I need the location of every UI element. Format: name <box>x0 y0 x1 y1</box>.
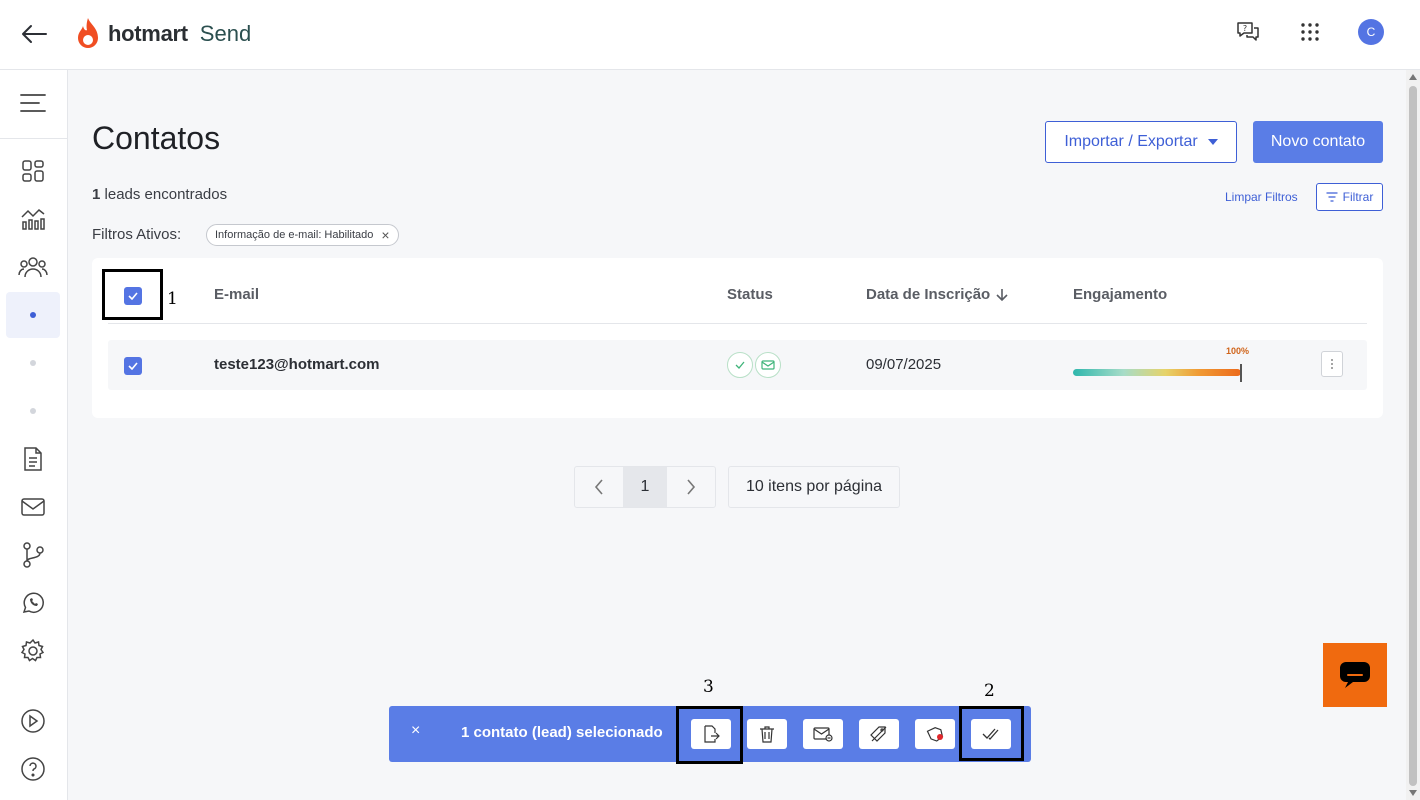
contacts-table: E-mail Status Data de Inscrição Engajame… <box>92 258 1383 418</box>
settings-icon[interactable] <box>6 628 60 674</box>
sidebar-divider <box>0 138 68 139</box>
trash-icon[interactable] <box>747 719 787 749</box>
selected-count-text: 1 contato (lead) selecionado <box>461 724 663 741</box>
top-bar: hotmart Send ? C <box>0 0 1420 70</box>
sort-down-icon <box>996 288 1008 301</box>
logo[interactable]: hotmart Send <box>74 14 251 54</box>
logo-text: hotmart <box>108 21 188 46</box>
chat-widget-button[interactable] <box>1323 643 1387 707</box>
filter-button[interactable]: Filtrar <box>1316 183 1383 211</box>
menu-toggle-icon[interactable] <box>18 90 48 116</box>
table-row[interactable]: teste123@hotmart.com 09/07/2025 100% <box>108 340 1367 390</box>
remove-filter-icon[interactable]: × <box>381 228 389 242</box>
status-check-icon <box>727 352 753 378</box>
leads-count-suffix: leads encontrados <box>104 186 228 203</box>
email-settings-icon[interactable] <box>803 719 843 749</box>
dashboard-icon[interactable] <box>6 148 60 194</box>
automation-icon[interactable] <box>6 532 60 578</box>
header-status[interactable]: Status <box>727 286 773 303</box>
page-number-button[interactable]: 1 <box>623 467 667 507</box>
prev-page-button[interactable] <box>575 467 623 507</box>
header-date-label: Data de Inscrição <box>866 286 991 303</box>
flame-icon <box>78 18 98 48</box>
header-divider <box>108 323 1367 324</box>
import-export-button[interactable]: Importar / Exportar <box>1045 121 1237 163</box>
row-email: teste123@hotmart.com <box>214 356 380 373</box>
annotation-number-2: 2 <box>984 681 995 701</box>
add-tag-icon[interactable] <box>915 719 955 749</box>
clear-filters-link[interactable]: Limpar Filtros <box>1225 190 1298 204</box>
avatar[interactable]: C <box>1358 19 1384 45</box>
email-icon[interactable] <box>6 484 60 530</box>
product-name: Send <box>199 21 252 46</box>
engagement-bar <box>1073 369 1241 376</box>
leads-count-number: 1 <box>92 186 101 203</box>
filter-icon <box>1326 192 1338 202</box>
header-engagement[interactable]: Engajamento <box>1073 286 1167 303</box>
sidebar-item-contacts-list[interactable] <box>6 292 60 338</box>
filter-button-label: Filtrar <box>1342 190 1374 204</box>
import-export-label: Importar / Exportar <box>1064 133 1198 150</box>
filter-chip-label: Informação de e-mail: Habilitado <box>215 229 374 241</box>
whatsapp-icon[interactable] <box>6 580 60 626</box>
sidebar-subitem-2[interactable] <box>6 340 60 386</box>
new-contact-button[interactable]: Novo contato <box>1253 121 1383 163</box>
annotation-number-1: 1 <box>167 289 178 309</box>
row-checkbox[interactable] <box>124 357 142 375</box>
page-title: Contatos <box>92 120 221 156</box>
header-date[interactable]: Data de Inscrição <box>866 286 1008 303</box>
items-per-page-select[interactable]: 10 itens por página <box>728 466 900 508</box>
annotation-number-3: 3 <box>703 677 714 697</box>
analytics-icon[interactable] <box>6 196 60 242</box>
caret-down-icon <box>1207 139 1218 145</box>
help-icon[interactable] <box>6 746 60 792</box>
engagement-label: 100% <box>1226 346 1250 356</box>
svg-text:?: ? <box>1243 24 1247 33</box>
annotation-box-1 <box>102 269 163 320</box>
leads-count: 1 leads encontrados <box>92 186 227 203</box>
row-date: 09/07/2025 <box>866 356 942 373</box>
chat-help-icon[interactable]: ? <box>1234 18 1262 46</box>
active-filters-label: Filtros Ativos: <box>92 226 182 243</box>
next-page-button[interactable] <box>667 467 715 507</box>
scroll-thumb[interactable] <box>1409 86 1417 786</box>
contacts-icon[interactable] <box>6 244 60 290</box>
row-options-icon[interactable] <box>1321 351 1343 377</box>
dot <box>30 360 36 366</box>
active-dot <box>30 312 36 318</box>
sidebar <box>0 70 68 800</box>
remove-tag-icon[interactable] <box>859 719 899 749</box>
close-selection-icon[interactable]: × <box>411 722 420 740</box>
sidebar-subitem-3[interactable] <box>6 388 60 434</box>
engagement-marker <box>1240 364 1242 382</box>
page-scrollbar[interactable] <box>1406 70 1420 800</box>
annotation-box-2 <box>959 706 1024 761</box>
document-icon[interactable] <box>6 436 60 482</box>
annotation-box-3 <box>676 706 743 764</box>
pagination: 1 <box>574 466 716 508</box>
scroll-down-arrow[interactable] <box>1409 790 1417 796</box>
apps-grid-icon[interactable] <box>1296 18 1324 46</box>
status-email-icon <box>755 352 781 378</box>
chat-bubble-icon <box>1340 662 1370 688</box>
scroll-up-arrow[interactable] <box>1409 74 1417 80</box>
dot <box>30 408 36 414</box>
header-email[interactable]: E-mail <box>214 286 259 303</box>
play-icon[interactable] <box>6 698 60 744</box>
back-arrow-icon[interactable] <box>18 18 50 50</box>
filter-chip: Informação de e-mail: Habilitado × <box>206 224 399 246</box>
